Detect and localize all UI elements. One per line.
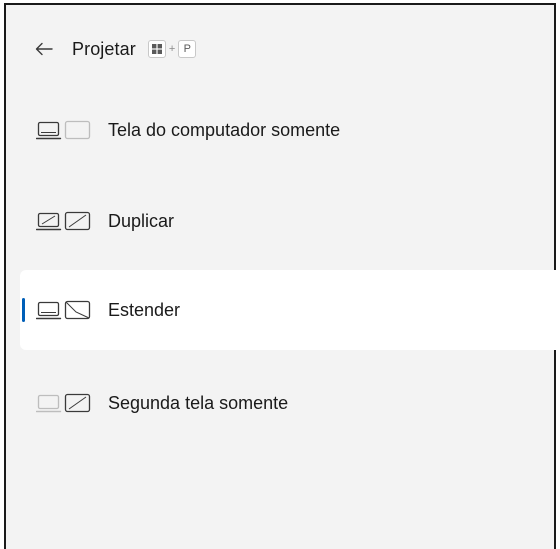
- option-extend[interactable]: Estender: [20, 270, 560, 350]
- shortcut-plus: +: [168, 43, 176, 55]
- extend-icon: [36, 298, 94, 322]
- keyboard-shortcut: + P: [147, 40, 197, 58]
- duplicate-icon: [36, 209, 94, 233]
- selection-indicator: [22, 298, 25, 322]
- option-label: Tela do computador somente: [108, 119, 341, 140]
- back-button[interactable]: [32, 37, 56, 61]
- page-title: Projetar: [72, 38, 136, 59]
- windows-key: [147, 40, 166, 58]
- option-duplicate[interactable]: Duplicar: [20, 181, 560, 261]
- option-second-screen-only[interactable]: Segunda tela somente: [20, 363, 560, 443]
- p-key: P: [178, 40, 197, 58]
- option-label: Estender: [108, 299, 181, 320]
- second-screen-only-icon: [36, 391, 94, 415]
- option-label: Duplicar: [108, 210, 175, 231]
- project-panel: Projetar + P Tela do computador somente …: [4, 3, 560, 549]
- pc-screen-only-icon: [36, 118, 94, 142]
- back-arrow-icon: [35, 42, 53, 56]
- option-label: Segunda tela somente: [108, 392, 289, 413]
- option-pc-screen-only[interactable]: Tela do computador somente: [20, 90, 560, 170]
- header: Projetar + P: [32, 35, 197, 63]
- windows-logo-icon: [151, 44, 162, 54]
